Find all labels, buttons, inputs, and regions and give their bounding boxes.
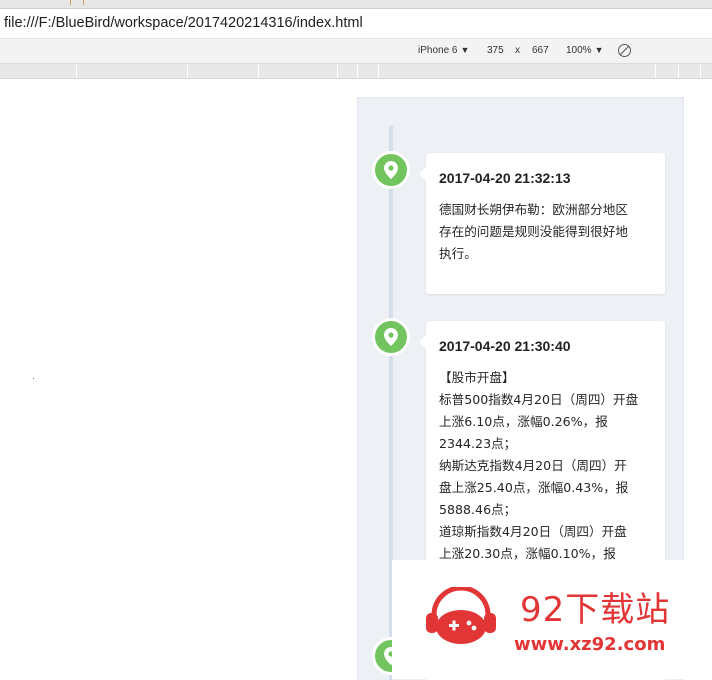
media-query-ruler <box>0 64 712 79</box>
entry-line: 盘上涨25.40点，涨幅0.43%，报 <box>439 480 629 495</box>
height-input[interactable]: 667 <box>532 45 549 56</box>
entry-line: 道琼斯指数4月20日（周四）开盘 <box>439 524 627 539</box>
entry-time: 2017-04-20 21:32:13 <box>439 170 571 186</box>
entry-line: 上涨6.10点，涨幅0.26%，报 <box>439 414 608 429</box>
zoom-value: 100% <box>566 45 592 56</box>
entry-line: 5888.46点； <box>439 502 517 517</box>
entry-line: 【股市开盘】 <box>439 370 515 385</box>
zoom-select[interactable]: 100% ▼ <box>566 45 604 56</box>
device-name: iPhone 6 <box>418 45 458 56</box>
device-select[interactable]: iPhone 6 ▼ <box>418 45 469 56</box>
entry-line: 执行。 <box>439 246 477 261</box>
page-speck <box>33 378 34 379</box>
location-pin-icon <box>384 328 398 346</box>
entry-line: 纳斯达克指数4月20日（周四）开 <box>439 458 627 473</box>
entry-line: 标普500指数4月20日（周四）开盘 <box>439 392 639 407</box>
address-url[interactable]: file:///F:/BlueBird/workspace/2017420214… <box>4 15 363 31</box>
timeline-marker <box>372 151 410 189</box>
gamepad-logo-icon <box>426 587 496 644</box>
entry-time: 2017-04-20 21:30:40 <box>439 338 571 354</box>
rotate-icon[interactable] <box>618 44 631 57</box>
dropdown-arrow-icon: ▼ <box>460 45 470 55</box>
entry-line: 德国财长朔伊布勒：欧洲部分地区 <box>439 202 628 217</box>
location-pin-icon <box>384 161 398 179</box>
tab-strip <box>0 0 712 9</box>
timeline-card: 2017-04-20 21:32:13 德国财长朔伊布勒：欧洲部分地区 存在的问… <box>419 153 665 294</box>
dropdown-arrow-icon: ▼ <box>594 45 604 55</box>
width-input[interactable]: 375 <box>487 45 504 56</box>
entry-line: 存在的问题是规则没能得到很好地 <box>439 224 628 239</box>
entry-text: 德国财长朔伊布勒：欧洲部分地区 存在的问题是规则没能得到很好地 执行。 <box>439 199 655 265</box>
watermark-title: 92下载站 <box>520 590 671 630</box>
address-bar[interactable]: file:///F:/BlueBird/workspace/2017420214… <box>0 9 712 39</box>
browser-tab[interactable] <box>70 0 84 5</box>
site-watermark: 92下载站 www.xz92.com <box>392 560 712 679</box>
watermark-url: www.xz92.com <box>514 634 666 655</box>
entry-text: 【股市开盘】 标普500指数4月20日（周四）开盘 上涨6.10点，涨幅0.26… <box>439 367 655 565</box>
dimension-separator: x <box>515 45 520 56</box>
device-toolbar: iPhone 6 ▼ 375 x 667 100% ▼ <box>0 39 712 64</box>
timeline-marker <box>372 318 410 356</box>
entry-line: 2344.23点； <box>439 436 517 451</box>
